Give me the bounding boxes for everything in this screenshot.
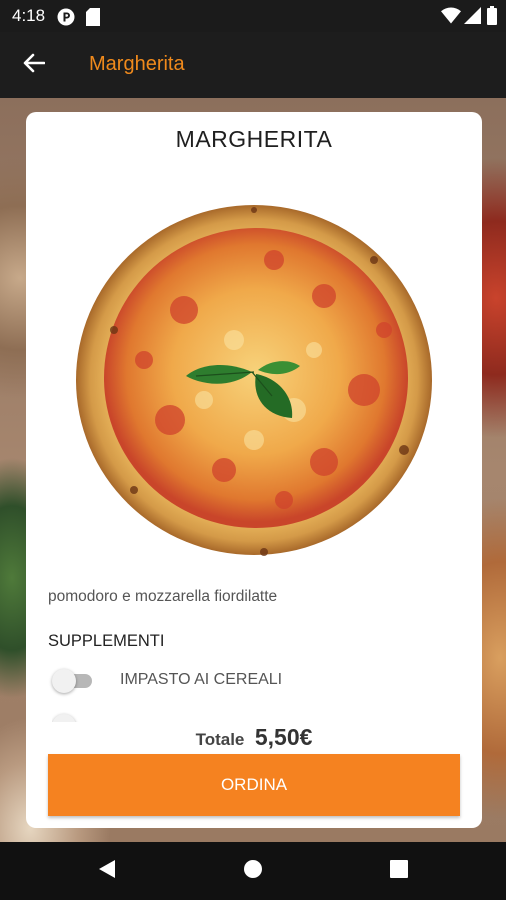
nav-home-button[interactable]	[240, 858, 266, 884]
supplement-toggle-impasto-ai-cereali[interactable]	[52, 668, 96, 694]
sd-card-icon	[86, 8, 100, 31]
app-bar: Margherita	[0, 32, 506, 98]
supplements-title: SUPPLEMENTI	[48, 632, 165, 650]
total-row: Totale 5,50€	[26, 724, 482, 751]
pizza-image	[74, 200, 434, 560]
supplement-label: IMPASTO AI CEREALI	[120, 671, 283, 688]
product-card: MARGHERITA pomodoro e mozzarella fiordil…	[26, 112, 482, 828]
page-title: Margherita	[89, 53, 185, 75]
product-description: pomodoro e mozzarella fiordilatte	[48, 588, 278, 605]
nav-back-button[interactable]	[94, 858, 120, 884]
total-label: Totale	[195, 730, 245, 749]
product-name: MARGHERITA	[175, 126, 333, 152]
system-nav-bar	[0, 842, 506, 900]
wifi-icon	[441, 7, 461, 29]
signal-icon	[464, 7, 481, 29]
back-button[interactable]	[16, 48, 52, 82]
toggle-thumb	[52, 669, 76, 693]
arrow-back-icon	[23, 53, 46, 78]
notification-p-icon	[57, 8, 75, 31]
home-circle-icon	[243, 859, 263, 884]
supplement-toggle-partial[interactable]	[52, 712, 96, 722]
status-time: 4:18	[12, 6, 46, 25]
nav-recents-button[interactable]	[386, 858, 412, 884]
recents-square-icon	[390, 859, 408, 883]
back-triangle-icon	[98, 859, 116, 884]
toggle-thumb	[52, 714, 76, 722]
total-value: 5,50€	[254, 724, 313, 750]
status-bar: 4:18	[0, 0, 506, 32]
battery-icon	[487, 6, 497, 30]
order-button[interactable]: ORDINA	[48, 754, 460, 816]
